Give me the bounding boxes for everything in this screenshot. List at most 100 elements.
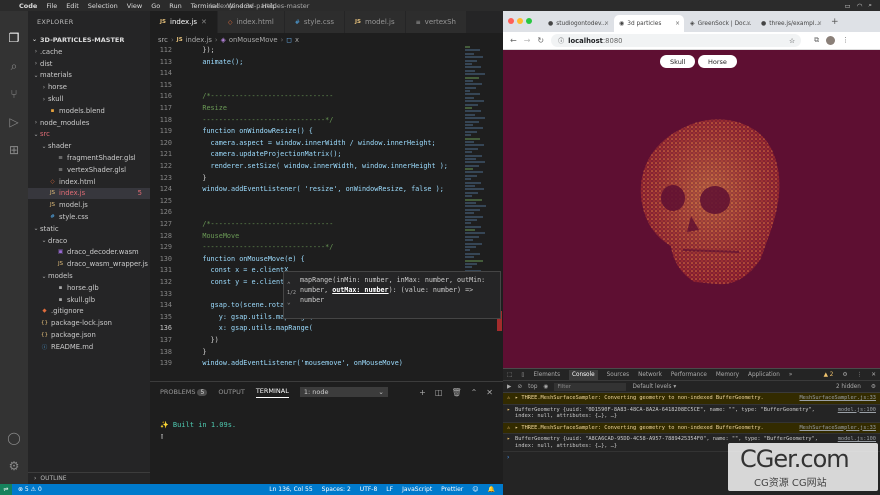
extensions-puzzle-icon[interactable]: ⧉	[814, 36, 819, 45]
explorer-icon[interactable]: ❐	[7, 31, 21, 45]
status-item[interactable]: JavaScript	[402, 486, 432, 493]
extensions-icon[interactable]: ⊞	[7, 143, 21, 157]
source-control-icon[interactable]: ⑂	[7, 87, 21, 101]
devtools-tab-performance[interactable]: Performance	[671, 372, 707, 378]
menu-item-run[interactable]: Run	[169, 2, 181, 10]
menu-item-edit[interactable]: Edit	[66, 2, 79, 10]
devtools-tab-elements[interactable]: Elements	[534, 372, 561, 378]
sidebar-toggle-icon[interactable]: ▶	[507, 384, 511, 390]
close-icon[interactable]: ✕	[486, 388, 493, 397]
breadcrumb-folder[interactable]: src	[158, 36, 168, 44]
tab-model-js[interactable]: JS model.js	[345, 11, 406, 33]
folder-item[interactable]: ⌄ models	[28, 270, 150, 282]
problems-status[interactable]: ⊗ 5 ⚠ 0	[18, 486, 42, 493]
inspect-element-icon[interactable]: ⬚	[507, 372, 512, 378]
close-window-icon[interactable]	[508, 18, 514, 24]
close-icon[interactable]: ✕	[871, 372, 876, 378]
search-icon[interactable]: ⌕	[868, 1, 872, 10]
clear-console-icon[interactable]: ⊘	[517, 384, 522, 390]
status-item[interactable]: UTF-8	[360, 486, 378, 493]
file-item[interactable]: {} package.json	[28, 329, 150, 341]
chevron-up-icon[interactable]: ⌃	[287, 280, 296, 289]
file-item[interactable]: ⓘ README.md	[28, 341, 150, 353]
browser-tab[interactable]: ● studiogontodev... ×	[543, 15, 613, 32]
menu-item-file[interactable]: File	[46, 2, 57, 10]
file-item[interactable]: ▣ draco_decoder.wasm	[28, 247, 150, 259]
reload-icon[interactable]: ↻	[537, 36, 544, 45]
menu-item-selection[interactable]: Selection	[88, 2, 118, 10]
folder-item[interactable]: ⌄ static	[28, 223, 150, 235]
terminal-select[interactable]: 1: node ⌄	[299, 387, 388, 397]
close-icon[interactable]: ×	[604, 21, 609, 27]
remote-icon[interactable]: ⇌	[0, 484, 12, 495]
warning-count[interactable]: ▲ 2	[824, 372, 834, 378]
levels-select[interactable]: Default levels ▾	[632, 384, 676, 390]
project-folder[interactable]: ⌄ 3D-PARTICLES-MASTER	[28, 33, 150, 46]
device-toolbar-icon[interactable]: ▯	[521, 372, 524, 378]
folder-item[interactable]: › node_modules	[28, 117, 150, 129]
file-item[interactable]: {} package-lock.json	[28, 317, 150, 329]
more-menu-icon[interactable]: ⋮	[857, 372, 863, 378]
console-settings-icon[interactable]: ⚙	[871, 384, 876, 390]
file-item[interactable]: ≡ vertexShader.glsl	[28, 164, 150, 176]
tab-index-js[interactable]: JS index.js ✕	[150, 11, 218, 33]
folder-item[interactable]: › skull	[28, 93, 150, 105]
console-source-link[interactable]: MeshSurfaceSampler.js:33	[799, 425, 876, 432]
console-filter-input[interactable]: Filter	[554, 382, 627, 391]
forward-icon[interactable]: →	[524, 36, 531, 45]
folder-item[interactable]: ⌄ materials	[28, 70, 150, 82]
eye-icon[interactable]: ◉	[543, 384, 548, 390]
folder-item[interactable]: › dist	[28, 58, 150, 70]
split-terminal-icon[interactable]: ◫	[435, 388, 443, 397]
file-item[interactable]: # style.css	[28, 211, 150, 223]
settings-gear-icon[interactable]: ⚙	[7, 459, 21, 473]
status-item[interactable]: LF	[386, 486, 393, 493]
run-debug-icon[interactable]: ▷	[7, 115, 21, 129]
folder-item[interactable]: ⌄ src	[28, 129, 150, 141]
devtools-tab-memory[interactable]: Memory	[716, 372, 739, 378]
expand-arrow-icon[interactable]: ▸	[507, 407, 510, 414]
account-icon[interactable]: ◯	[7, 431, 21, 445]
maximize-window-icon[interactable]	[526, 18, 532, 24]
bookmark-star-icon[interactable]: ☆	[789, 37, 795, 45]
browser-tab[interactable]: ◈ GreenSock | Doc... ×	[685, 15, 755, 32]
new-tab-icon[interactable]: +	[831, 17, 839, 27]
devtools-settings-icon[interactable]: ⚙	[842, 372, 847, 378]
breadcrumb-file[interactable]: index.js	[186, 36, 212, 44]
file-item[interactable]: JS index.js 5	[28, 187, 150, 200]
status-item[interactable]: 🔔	[488, 486, 495, 493]
outline-section[interactable]: › OUTLINE	[28, 472, 150, 484]
file-item[interactable]: JS model.js	[28, 199, 150, 211]
chevron-down-icon[interactable]: ⌄	[287, 298, 296, 307]
file-item[interactable]: ≡ fragmentShader.glsl	[28, 152, 150, 164]
app-name[interactable]: Code	[19, 2, 37, 10]
more-menu-icon[interactable]: ⋮	[842, 36, 849, 45]
minimize-window-icon[interactable]	[517, 18, 523, 24]
devtools-tab-[interactable]: »	[789, 372, 792, 378]
devtools-tab-sources[interactable]: Sources	[607, 372, 630, 378]
close-icon[interactable]: ×	[817, 21, 822, 27]
console-source-link[interactable]: model.js:100	[838, 436, 876, 443]
status-item[interactable]: Spaces: 2	[322, 486, 351, 493]
file-item[interactable]: ▪ skull.glb	[28, 294, 150, 306]
status-item[interactable]: ☺	[472, 486, 478, 493]
expand-arrow-icon[interactable]: ▸	[507, 436, 510, 443]
file-item[interactable]: JS draco_wasm_wrapper.js	[28, 258, 150, 270]
tab-problems[interactable]: PROBLEMS 5	[160, 388, 208, 396]
close-icon[interactable]: ✕	[201, 18, 207, 26]
terminal-cursor[interactable]: ▯	[160, 432, 164, 440]
file-item[interactable]: ◆ .gitignore	[28, 306, 150, 318]
folder-item[interactable]: › .cache	[28, 46, 150, 58]
devtools-tab-application[interactable]: Application	[748, 372, 780, 378]
devtools-tab-console[interactable]: Console	[569, 369, 598, 380]
back-icon[interactable]: ←	[510, 36, 517, 45]
file-item[interactable]: ◇ index.html	[28, 176, 150, 188]
menu-item-go[interactable]: Go	[151, 2, 160, 10]
page-viewport[interactable]: Skull Horse	[503, 50, 880, 368]
devtools-tab-network[interactable]: Network	[638, 372, 662, 378]
folder-item[interactable]: ⌄ shader	[28, 140, 150, 152]
menu-item-view[interactable]: View	[127, 2, 142, 10]
chevron-up-icon[interactable]: ⌃	[471, 388, 478, 397]
tab-style-css[interactable]: # style.css	[284, 11, 345, 33]
console-source-link[interactable]: MeshSurfaceSampler.js:33	[799, 395, 876, 402]
